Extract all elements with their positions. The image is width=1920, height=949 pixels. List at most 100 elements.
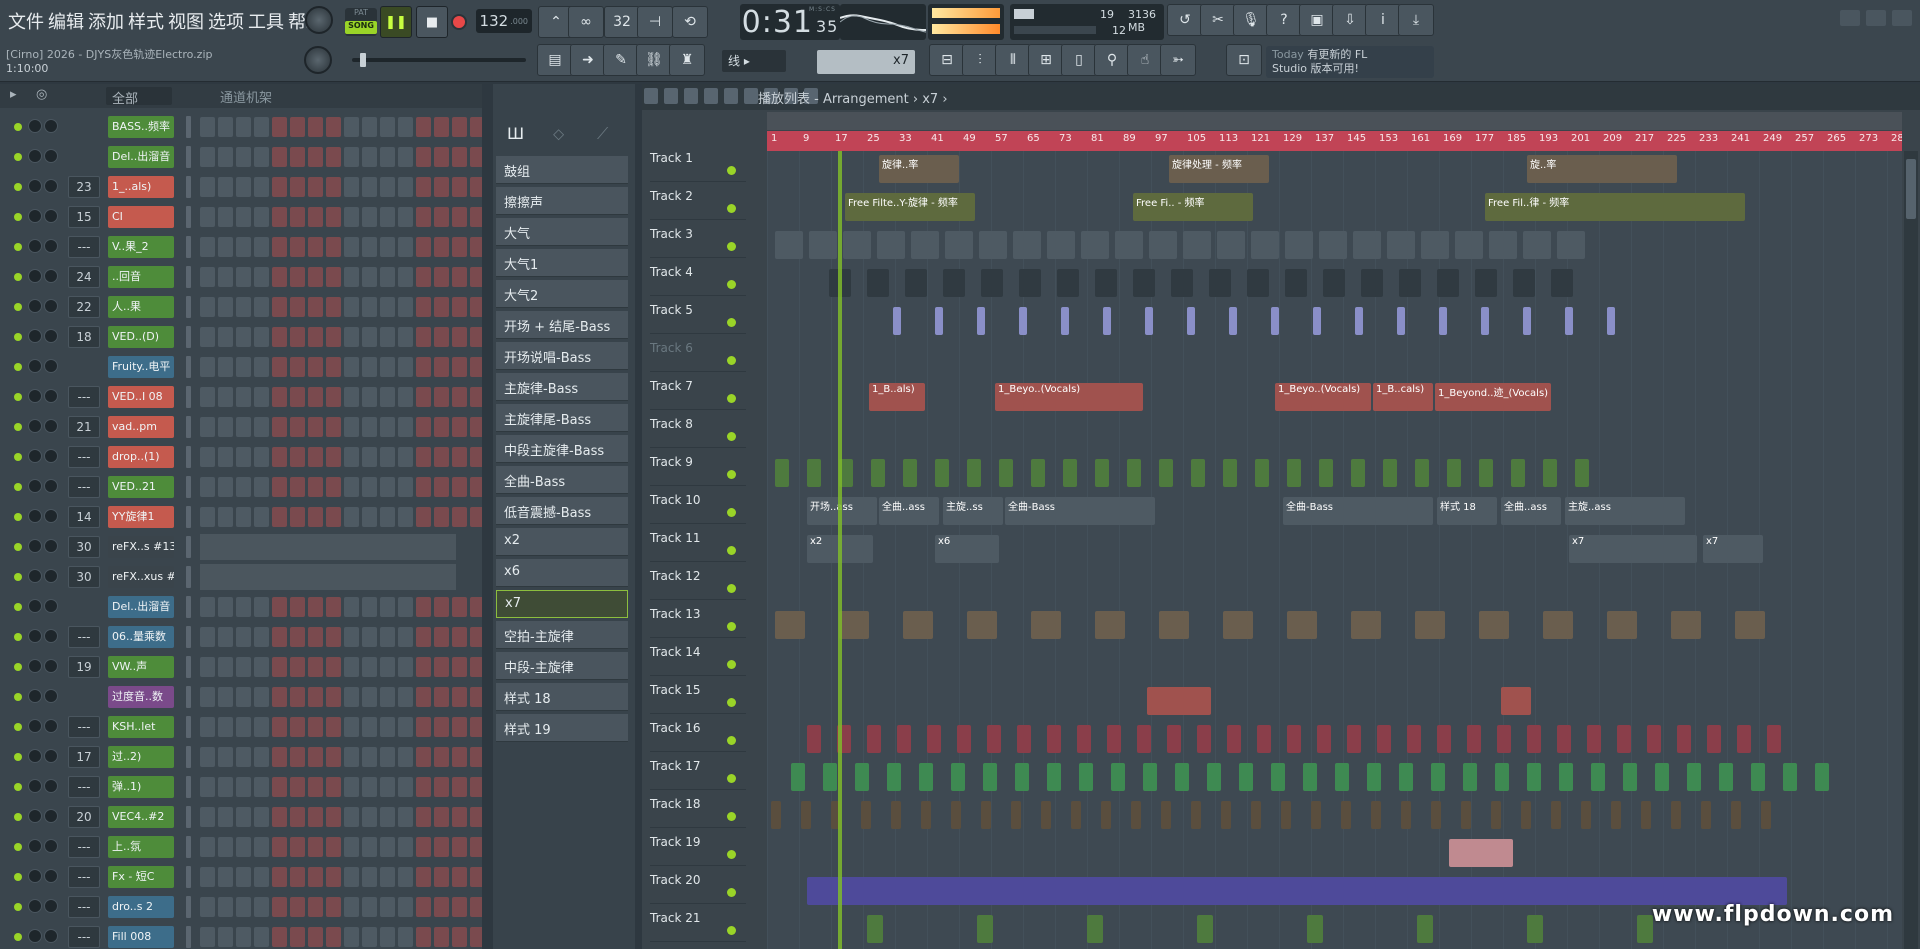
step-button[interactable] — [416, 927, 431, 947]
step-button[interactable] — [452, 357, 467, 377]
channel-mute-led[interactable] — [14, 783, 22, 791]
step-button[interactable] — [272, 237, 287, 257]
step-button[interactable] — [434, 627, 449, 647]
step-button[interactable] — [236, 867, 251, 887]
channel-name-button[interactable]: VED..(D) — [108, 326, 174, 348]
channel-pan-knob[interactable] — [28, 689, 42, 703]
step-button[interactable] — [452, 447, 467, 467]
step-button[interactable] — [380, 837, 395, 857]
step-button[interactable] — [470, 897, 482, 917]
playlist-clip[interactable] — [967, 611, 997, 639]
playlist-clip[interactable] — [1287, 725, 1301, 753]
menu-patterns[interactable]: 样式 — [126, 6, 166, 34]
channel-row[interactable]: 14 YY旋律1 — [0, 502, 482, 532]
playlist-clip[interactable] — [1143, 763, 1157, 791]
browser-icon[interactable]: ▯ — [1061, 44, 1097, 76]
track-mute-led[interactable] — [727, 622, 736, 631]
playlist-clip[interactable] — [1311, 801, 1321, 829]
step-button[interactable] — [380, 417, 395, 437]
channel-pan-knob[interactable] — [28, 449, 42, 463]
channel-select[interactable] — [186, 206, 191, 228]
step-button[interactable] — [434, 927, 449, 947]
playlist-clip[interactable] — [839, 611, 869, 639]
playlist-clip[interactable] — [999, 459, 1013, 487]
track-mute-led[interactable] — [727, 508, 736, 517]
step-button[interactable] — [254, 897, 269, 917]
playlist-clip[interactable] — [1257, 725, 1271, 753]
step-button[interactable] — [470, 777, 482, 797]
step-button[interactable] — [290, 357, 305, 377]
playlist-clip[interactable] — [977, 307, 985, 335]
channel-pan-knob[interactable] — [28, 119, 42, 133]
playlist-clip[interactable] — [1677, 725, 1691, 753]
step-button[interactable] — [398, 687, 413, 707]
step-button[interactable] — [416, 597, 431, 617]
step-button[interactable] — [236, 837, 251, 857]
playlist-clip[interactable] — [943, 269, 965, 297]
step-button[interactable] — [308, 837, 323, 857]
playlist-clip[interactable] — [891, 801, 901, 829]
playlist-clip[interactable] — [1407, 725, 1421, 753]
step-button[interactable] — [254, 807, 269, 827]
step-button[interactable] — [308, 357, 323, 377]
step-button[interactable] — [236, 807, 251, 827]
step-button[interactable] — [416, 867, 431, 887]
step-button[interactable] — [380, 237, 395, 257]
channel-select[interactable] — [186, 236, 191, 258]
channel-pan-knob[interactable] — [28, 629, 42, 643]
channel-mixer-track[interactable]: 21 — [68, 416, 100, 438]
song-position-clock[interactable]: 0:31 35 M:S:CS — [740, 4, 840, 40]
playlist-clip[interactable] — [1497, 725, 1511, 753]
channel-pan-knob[interactable] — [28, 809, 42, 823]
channel-mute-led[interactable] — [14, 933, 22, 941]
step-button[interactable] — [398, 747, 413, 767]
step-button[interactable] — [344, 417, 359, 437]
channel-volume-knob[interactable] — [44, 689, 58, 703]
step-button[interactable] — [398, 837, 413, 857]
channel-select[interactable] — [186, 446, 191, 468]
step-button[interactable] — [434, 327, 449, 347]
help-icon[interactable]: ? — [1266, 4, 1302, 36]
channel-row[interactable]: --- VED..21 — [0, 472, 482, 502]
step-button[interactable] — [308, 597, 323, 617]
playlist-clip[interactable] — [957, 725, 971, 753]
step-button[interactable] — [362, 897, 377, 917]
track-mute-led[interactable] — [727, 394, 736, 403]
step-button[interactable] — [218, 687, 233, 707]
step-button[interactable] — [290, 147, 305, 167]
channel-row[interactable]: 18 VED..(D) — [0, 322, 482, 352]
playlist-clip[interactable] — [1095, 611, 1125, 639]
channel-mute-led[interactable] — [14, 543, 22, 551]
channel-select[interactable] — [186, 626, 191, 648]
step-button[interactable] — [380, 507, 395, 527]
playlist-clip[interactable] — [1475, 269, 1497, 297]
step-button[interactable] — [344, 627, 359, 647]
playlist-clip[interactable] — [1229, 307, 1237, 335]
step-button[interactable] — [254, 177, 269, 197]
playlist-clip[interactable] — [1095, 459, 1109, 487]
channel-mute-led[interactable] — [14, 273, 22, 281]
step-button[interactable] — [326, 717, 341, 737]
step-button[interactable] — [326, 357, 341, 377]
step-button[interactable] — [272, 717, 287, 737]
step-button[interactable] — [398, 897, 413, 917]
track-mute-led[interactable] — [727, 812, 736, 821]
channel-volume-knob[interactable] — [44, 179, 58, 193]
channel-pan-knob[interactable] — [28, 479, 42, 493]
channel-row[interactable]: --- 06..量乘数 — [0, 622, 482, 652]
channel-pan-knob[interactable] — [28, 359, 42, 373]
playlist-clip[interactable] — [1383, 459, 1397, 487]
step-button[interactable] — [326, 687, 341, 707]
playlist-clip[interactable] — [1737, 725, 1751, 753]
track-mute-led[interactable] — [727, 698, 736, 707]
track-mute-led[interactable] — [727, 888, 736, 897]
channel-select[interactable] — [186, 416, 191, 438]
step-button[interactable] — [452, 867, 467, 887]
playlist-clip[interactable] — [1335, 763, 1349, 791]
step-button[interactable] — [326, 507, 341, 527]
pattern-item[interactable]: 开场 + 结尾-Bass — [496, 311, 628, 339]
playlist-clip[interactable]: 全曲..ass — [879, 497, 939, 525]
playlist-clip[interactable]: 样式 18 — [1437, 497, 1497, 525]
menu-tools[interactable]: 工具 — [246, 6, 286, 34]
channel-row[interactable]: 15 CI — [0, 202, 482, 232]
